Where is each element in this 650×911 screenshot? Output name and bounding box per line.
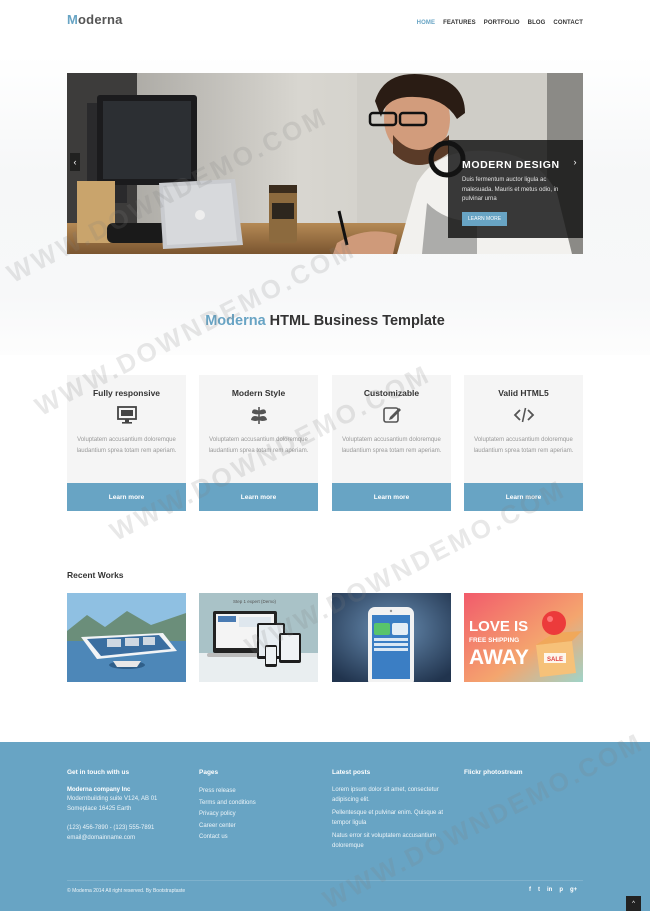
footer-company: Moderna company Inc (67, 787, 131, 793)
footer-flickr-title: Flickr photostream (464, 769, 523, 776)
features-row: Fully responsive Voluptatem accusantium … (67, 375, 583, 511)
feature-box-valid-html5: Valid HTML5 Voluptatem accusantium dolor… (464, 375, 583, 511)
feature-title: Valid HTML5 (498, 388, 549, 398)
recent-work-1[interactable] (67, 593, 186, 682)
footer-posts-column: Latest posts Lorem ipsum dolor sit amet,… (332, 769, 451, 855)
footer-link-contact[interactable]: Contact us (199, 832, 318, 844)
recent-work-2[interactable]: Step 1 expert (Demo) (199, 593, 318, 682)
logo[interactable]: Moderna (67, 12, 123, 27)
feature-text: Voluptatem accusantium doloremque laudan… (76, 437, 177, 454)
logo-text: oderna (78, 12, 123, 27)
slider-title: MODERN DESIGN (462, 159, 560, 171)
feature-learn-more-button[interactable]: Learn more (199, 483, 318, 511)
work-4-line-2: FREE SHIPPING (469, 637, 519, 644)
footer-link-career[interactable]: Career center (199, 821, 318, 833)
work-4-line-1: LOVE IS (469, 618, 528, 635)
chevron-up-icon[interactable]: ^ (626, 896, 641, 911)
twitter-icon[interactable]: t (538, 887, 540, 893)
slider-learn-more-button[interactable]: Learn more (462, 211, 508, 226)
nav-blog[interactable]: Blog (528, 20, 546, 26)
work-3-thumbnail (332, 593, 451, 682)
section-title-accent: Moderna (205, 313, 266, 329)
footer-pages-column: Pages Press release Terms and conditions… (199, 769, 318, 844)
slider-caption: MODERN DESIGN Duis fermentum auctor ligu… (448, 140, 583, 238)
feature-learn-more-button[interactable]: Learn more (67, 483, 186, 511)
recent-work-3[interactable] (332, 593, 451, 682)
footer-divider (67, 880, 583, 881)
feature-title: Modern Style (231, 388, 286, 398)
footer-post[interactable]: Pellentesque et pulvinar enim. Quisque a… (332, 809, 454, 828)
feature-text: Voluptatem accusantium doloremque laudan… (208, 437, 309, 454)
copyright: © Moderna 2014 All right reserved. By Bo… (67, 888, 186, 894)
feature-box-modern-style: Modern Style Voluptatem accusantium dolo… (199, 375, 318, 511)
section-title-rest: HTML Business Template (265, 313, 445, 329)
slider-text: Duis fermentum auctor ligula ac malesuad… (462, 177, 559, 202)
feature-text: Voluptatem accusantium doloremque laudan… (341, 437, 442, 454)
footer-link-press-release[interactable]: Press release (199, 786, 318, 798)
footer-contact-title: Get in touch with us (67, 769, 130, 776)
nav-contact[interactable]: Contact (553, 20, 583, 26)
work-1-thumbnail (67, 593, 186, 682)
desktop-icon (116, 406, 137, 424)
chevron-right-icon[interactable]: › (570, 153, 580, 171)
social-links: f t in p g+ (529, 887, 577, 893)
feature-text: Voluptatem accusantium doloremque laudan… (473, 437, 574, 454)
footer-pages-title: Pages (199, 769, 219, 776)
facebook-icon[interactable]: f (529, 887, 531, 893)
footer-post[interactable]: Natus error sit voluptatem accusantium d… (332, 832, 454, 851)
footer-contact-column: Get in touch with us Moderna company Inc… (67, 769, 186, 843)
recent-works-title: Recent Works (67, 570, 124, 580)
footer-flickr-column: Flickr photostream (464, 769, 583, 786)
footer: Get in touch with us Moderna company Inc… (0, 742, 650, 911)
section-title: Moderna HTML Business Template (0, 313, 650, 329)
work-2-caption: Step 1 expert (Demo) (233, 599, 277, 604)
edit-icon (382, 407, 401, 423)
feature-learn-more-button[interactable]: Learn more (464, 483, 583, 511)
work-2-thumbnail: Step 1 expert (Demo) (199, 593, 318, 682)
pinterest-icon[interactable]: p (559, 887, 563, 893)
logo-initial: M (67, 12, 79, 27)
footer-link-terms[interactable]: Terms and conditions (199, 798, 318, 810)
code-icon (513, 407, 534, 423)
leaf-icon (250, 407, 267, 424)
work-4-thumbnail: LOVE IS FREE SHIPPING AWAY SALE (464, 593, 583, 682)
feature-box-responsive: Fully responsive Voluptatem accusantium … (67, 375, 186, 511)
feature-learn-more-button[interactable]: Learn more (332, 483, 451, 511)
footer-posts-title: Latest posts (332, 769, 371, 776)
footer-link-privacy[interactable]: Privacy policy (199, 809, 318, 821)
google-plus-icon[interactable]: g+ (570, 887, 577, 893)
hero-slider: MODERN DESIGN Duis fermentum auctor ligu… (67, 73, 583, 254)
nav-home[interactable]: Home (417, 20, 435, 26)
chevron-left-icon[interactable]: ‹ (70, 153, 80, 171)
work-4-tag: SALE (547, 657, 563, 663)
footer-address-2: Someplace 16425 Earth (67, 805, 132, 812)
footer-post[interactable]: Lorem ipsum dolor sit amet, consectetur … (332, 786, 454, 805)
recent-work-4[interactable]: LOVE IS FREE SHIPPING AWAY SALE (464, 593, 583, 682)
main-nav: Home Features Portfolio Blog Contact (417, 20, 583, 26)
linkedin-icon[interactable]: in (547, 887, 552, 893)
feature-title: Customizable (363, 388, 420, 398)
nav-portfolio[interactable]: Portfolio (484, 20, 520, 26)
work-4-line-3: AWAY (469, 646, 529, 669)
footer-email[interactable]: email@domainname.com (67, 834, 186, 844)
feature-title: Fully responsive (92, 388, 161, 398)
footer-address-1: Modernbuilding suite V124, AB 01 (67, 796, 158, 802)
footer-phone: (123) 456-7890 - (123) 555-7891 (67, 825, 155, 831)
feature-box-customizable: Customizable Voluptatem accusantium dolo… (332, 375, 451, 511)
nav-features[interactable]: Features (443, 20, 476, 26)
